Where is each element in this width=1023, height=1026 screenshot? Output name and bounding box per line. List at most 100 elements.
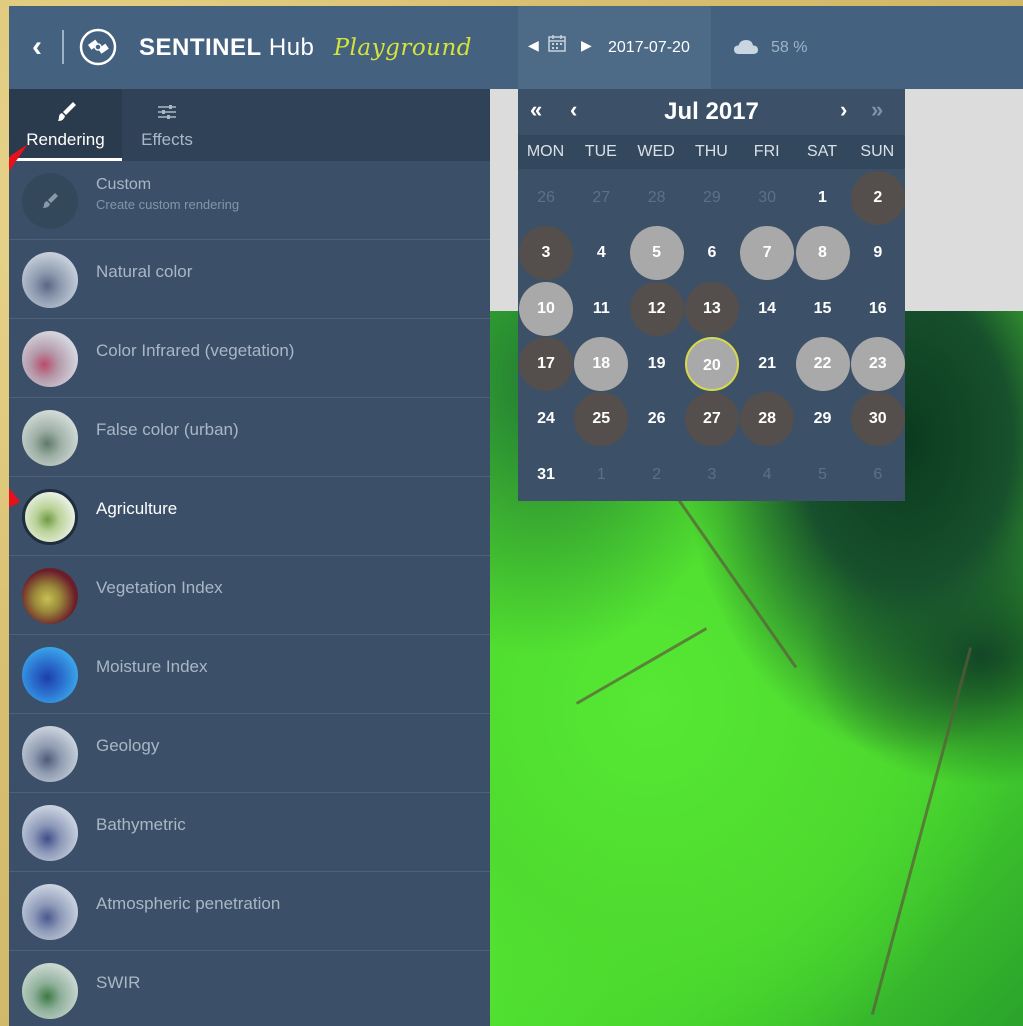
calendar-day[interactable]: 20: [684, 336, 739, 391]
rendering-item-label: Color Infrared (vegetation): [96, 341, 295, 360]
rendering-item-label: Bathymetric: [96, 815, 186, 834]
calendar-day[interactable]: 17: [519, 336, 573, 391]
calendar-day: 2: [652, 465, 662, 483]
calendar-day[interactable]: 23: [850, 336, 905, 391]
calendar-day[interactable]: 15: [796, 282, 850, 336]
thumbnail-image: [22, 252, 78, 308]
calendar-day[interactable]: 24: [519, 392, 573, 446]
selected-date[interactable]: 2017-07-20: [608, 39, 690, 57]
calendar-day[interactable]: 8: [795, 226, 850, 281]
calendar-day[interactable]: 21: [740, 337, 794, 391]
calendar-day[interactable]: 10: [519, 281, 573, 336]
sidebar-tabs: Rendering Effects: [9, 89, 490, 161]
map-feature: [870, 647, 973, 1015]
app-brand: SENTINEL Hub Playground: [139, 34, 472, 62]
sliders-icon: [158, 105, 176, 119]
calendar-day: 6: [873, 465, 883, 483]
top-bar: ‹ SENTINEL Hub Playground ◀ ▶ 2017-07-20…: [9, 6, 1023, 89]
calendar-day[interactable]: 22: [795, 336, 850, 391]
rendering-item-sublabel: Create custom rendering: [96, 197, 240, 212]
tab-effects-label: Effects: [141, 130, 193, 149]
thumbnail-image: [22, 331, 78, 387]
rendering-item-vegetation-index[interactable]: Vegetation Index: [9, 556, 490, 635]
calendar-day[interactable]: 28: [740, 392, 795, 447]
rendering-item-label: Natural color: [96, 262, 193, 281]
calendar-day[interactable]: 18: [574, 336, 629, 391]
rendering-item-label: False color (urban): [96, 420, 239, 439]
rendering-item-label: Geology: [96, 736, 160, 755]
cloud-icon: [734, 40, 758, 54]
caret-left-icon[interactable]: ◀: [528, 37, 539, 54]
annotation-arrow: [9, 144, 28, 172]
thumbnail-image: [22, 410, 78, 466]
calendar-day[interactable]: 13: [684, 281, 739, 336]
weekday-header: MON TUE WED THU FRI SAT SUN: [518, 135, 905, 169]
calendar-day[interactable]: 2: [850, 171, 905, 225]
rendering-item-agriculture[interactable]: Agriculture: [9, 477, 490, 556]
calendar-day[interactable]: 29: [796, 392, 850, 446]
rendering-item-swir[interactable]: SWIR: [9, 951, 490, 1026]
calendar-day[interactable]: 3: [519, 226, 573, 281]
calendar-day[interactable]: 1: [796, 171, 850, 225]
calendar-day[interactable]: 19: [630, 337, 684, 391]
rendering-item-label: Moisture Index: [96, 657, 208, 676]
calendar-day[interactable]: 12: [629, 281, 684, 336]
calendar-day[interactable]: 11: [574, 282, 628, 336]
date-selector[interactable]: ◀ ▶ 2017-07-20: [518, 6, 711, 89]
calendar-icon[interactable]: [548, 34, 566, 52]
map-feature: [575, 627, 708, 705]
calendar-day[interactable]: 16: [851, 282, 905, 336]
calendar-day: 28: [647, 189, 666, 206]
rendering-item-natural-color[interactable]: Natural color: [9, 240, 490, 319]
rendering-item-atmospheric-penetration[interactable]: Atmospheric penetration: [9, 872, 490, 951]
calendar-day: 4: [762, 465, 772, 483]
brand-playground: Playground: [333, 35, 473, 61]
rendering-item-moisture-index[interactable]: Moisture Index: [9, 635, 490, 714]
thumbnail-image: [22, 489, 78, 545]
cloud-coverage: 58 %: [771, 39, 808, 56]
rendering-item-false-color-urban[interactable]: False color (urban): [9, 398, 490, 477]
rendering-item-bathymetric[interactable]: Bathymetric: [9, 793, 490, 872]
rendering-item-label: Custom: [96, 176, 152, 193]
weekday-label: FRI: [753, 143, 780, 160]
thumbnail-image: [22, 884, 78, 940]
calendar-day[interactable]: 9: [851, 226, 905, 280]
rendering-item-label: Agriculture: [96, 499, 178, 518]
calendar-day[interactable]: 14: [740, 282, 794, 336]
weekday-label: SUN: [860, 143, 895, 160]
calendar-day[interactable]: 7: [740, 226, 795, 281]
calendar-day[interactable]: 6: [685, 226, 739, 280]
calendar-day[interactable]: 30: [850, 392, 905, 447]
back-icon[interactable]: ‹: [23, 30, 51, 64]
calendar-popup: « ‹ Jul 2017 › » MON TUE WED THU FRI SAT SUN 2…: [518, 89, 905, 501]
caret-right-icon[interactable]: ▶: [581, 37, 592, 54]
brand-sentinel: SENTINEL: [139, 34, 262, 61]
calendar-day[interactable]: 4: [574, 226, 628, 280]
calendar-day[interactable]: 31: [519, 448, 573, 502]
rendering-item-label: SWIR: [96, 973, 141, 992]
calendar-header: « ‹ Jul 2017 › »: [518, 89, 905, 135]
calendar-day[interactable]: 27: [684, 392, 739, 447]
rendering-item-label: Vegetation Index: [96, 578, 223, 597]
calendar-day: 29: [702, 189, 721, 206]
calendar-day[interactable]: 25: [574, 392, 629, 447]
calendar-day[interactable]: 26: [630, 392, 684, 446]
weekday-label: THU: [694, 143, 728, 160]
calendar-day: 5: [818, 465, 827, 483]
next-month-button[interactable]: ›: [840, 97, 847, 123]
rendering-item-label: Atmospheric penetration: [96, 894, 281, 913]
calendar-day: 27: [592, 189, 611, 206]
calendar-day[interactable]: 5: [629, 226, 684, 281]
rendering-item-geology[interactable]: Geology: [9, 714, 490, 793]
tab-effects[interactable]: Effects: [122, 89, 212, 161]
annotation-arrow: [9, 487, 20, 508]
app-window: ‹ SENTINEL Hub Playground ◀ ▶ 2017-07-20…: [9, 6, 1023, 1026]
brand-hub: Hub: [268, 34, 315, 61]
calendar-day: 1: [596, 465, 606, 483]
rendering-list: Custom Create custom rendering Natural c…: [9, 161, 490, 1026]
thumbnail-image: [22, 726, 78, 782]
rendering-item-color-infrared[interactable]: Color Infrared (vegetation): [9, 319, 490, 398]
next-year-button[interactable]: »: [871, 97, 883, 123]
rendering-item-custom[interactable]: Custom Create custom rendering: [9, 161, 490, 240]
weekday-label: TUE: [584, 143, 617, 160]
